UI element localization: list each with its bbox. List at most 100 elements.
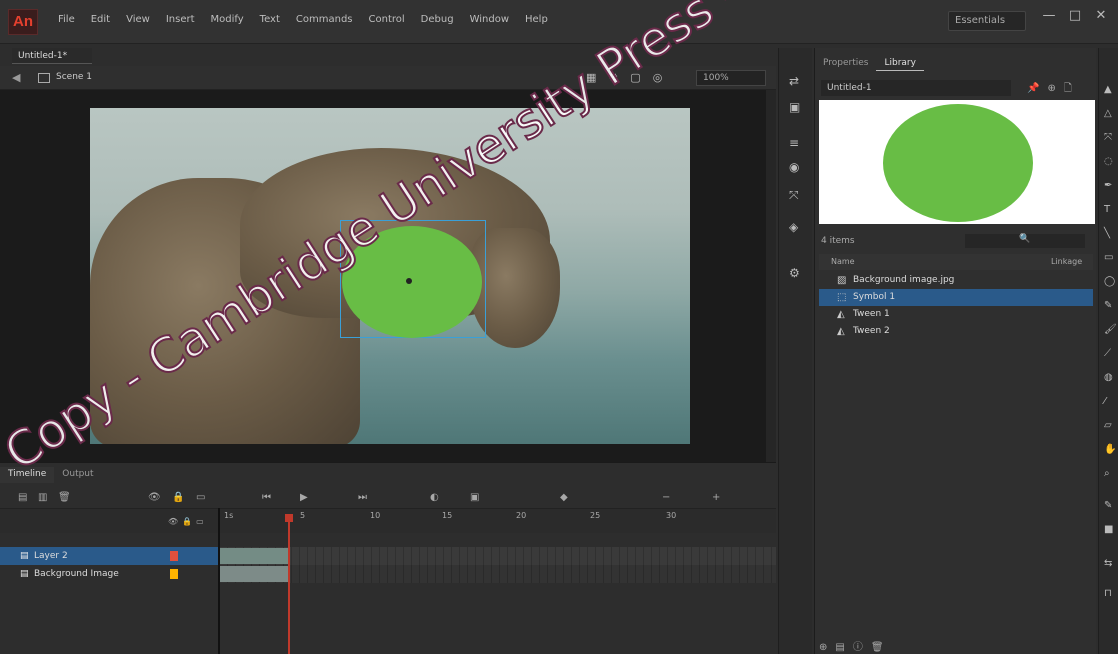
pencil-tool-icon[interactable]: ✎	[1104, 300, 1112, 311]
tab-library[interactable]: Library	[876, 56, 924, 71]
stroke-color-icon[interactable]: ✎	[1104, 500, 1112, 511]
frame-ruler[interactable]: 1s 5 10 15 20 25 30	[220, 509, 776, 533]
first-frame-icon[interactable]: ⏮	[262, 492, 271, 503]
library-item[interactable]: ▨ Background image.jpg	[819, 272, 1093, 289]
snap-to-objects-icon[interactable]: ⊓	[1104, 588, 1112, 599]
last-frame-icon[interactable]: ⏭	[358, 492, 367, 503]
tab-properties[interactable]: Properties	[815, 56, 876, 71]
column-name[interactable]: Name	[831, 257, 855, 266]
pen-tool-icon[interactable]: ✒	[1104, 180, 1112, 191]
tab-timeline[interactable]: Timeline	[0, 467, 55, 483]
delete-layer-icon[interactable]: 🗑	[58, 492, 71, 503]
transform-icon[interactable]: ⤧	[789, 188, 799, 203]
subselection-tool-icon[interactable]: △	[1104, 108, 1112, 119]
zoom-select[interactable]: 100%	[696, 70, 766, 86]
stage-scrollbar[interactable]	[766, 90, 776, 462]
scene-label[interactable]: Scene 1	[56, 72, 92, 82]
swap-colors-icon[interactable]: ⇆	[1104, 558, 1112, 569]
workspace-switcher[interactable]: Essentials	[948, 11, 1026, 31]
layer-frame-divider[interactable]	[218, 508, 220, 654]
edit-symbols-icon[interactable]: ⚙	[608, 71, 618, 84]
text-tool-icon[interactable]: T	[1104, 204, 1110, 215]
paint-bucket-tool-icon[interactable]: ◍	[1104, 372, 1113, 383]
layer-color-swatch[interactable]	[170, 569, 178, 579]
layer-row-layer-2[interactable]: ▤ Layer 2	[0, 547, 218, 565]
brush-tool-icon[interactable]: 🖌	[1104, 324, 1117, 335]
eyedropper-tool-icon[interactable]: ⁄	[1104, 396, 1106, 407]
align-icon[interactable]: ⇄	[789, 74, 799, 88]
library-document-select[interactable]: Untitled-1	[821, 80, 1011, 96]
menu-bar: An File Edit View Insert Modify Text Com…	[0, 0, 1118, 44]
lasso-tool-icon[interactable]: ◌	[1104, 156, 1113, 167]
selection-tool-icon[interactable]: ▲	[1104, 84, 1112, 95]
menu-text[interactable]: Text	[260, 14, 280, 25]
menu-debug[interactable]: Debug	[421, 14, 454, 25]
eraser-tool-icon[interactable]: ▱	[1104, 420, 1112, 431]
tween-span[interactable]	[220, 548, 290, 564]
column-linkage[interactable]: Linkage	[1051, 254, 1082, 270]
menu-help[interactable]: Help	[525, 14, 548, 25]
close-button[interactable]: ✕	[1092, 8, 1110, 23]
tab-output[interactable]: Output	[54, 467, 101, 483]
minimize-button[interactable]: —	[1040, 8, 1058, 23]
edit-scene-icon[interactable]: ▦	[586, 71, 596, 84]
layer-row-background-image[interactable]: ▤ Background Image	[0, 565, 218, 583]
free-transform-tool-icon[interactable]: ⤧	[1104, 132, 1112, 143]
playhead[interactable]	[288, 518, 290, 654]
maximize-button[interactable]: □	[1066, 8, 1084, 23]
zoom-in-icon[interactable]: +	[712, 492, 720, 503]
motion-presets-icon[interactable]: ⚙	[789, 266, 800, 280]
menu-insert[interactable]: Insert	[166, 14, 195, 25]
menu-window[interactable]: Window	[470, 14, 509, 25]
zoom-tool-icon[interactable]: ⌕	[1104, 468, 1110, 479]
swatches-icon[interactable]: ≡	[789, 136, 799, 150]
color-icon[interactable]: ◉	[789, 160, 799, 174]
clip-canvas-icon[interactable]: ▢	[630, 71, 640, 84]
tick-label: 30	[666, 511, 677, 520]
fill-color-icon[interactable]: ■	[1104, 524, 1113, 535]
library-search[interactable]: 🔍	[965, 234, 1085, 248]
library-pin-icons[interactable]: 📌⊕🗋	[1027, 81, 1080, 98]
oval-tool-icon[interactable]: ◯	[1104, 276, 1115, 287]
back-arrow-icon[interactable]: ◀	[12, 71, 20, 84]
new-folder-icon[interactable]: ▥	[38, 492, 47, 503]
layer-name[interactable]: Background Image	[34, 569, 119, 579]
layer-2-frames[interactable]	[220, 547, 776, 565]
library-item[interactable]: ◭ Tween 2	[819, 323, 1093, 340]
menu-file[interactable]: File	[58, 14, 75, 25]
bone-tool-icon[interactable]: ⟋	[1104, 348, 1111, 359]
library-item[interactable]: ◭ Tween 1	[819, 306, 1093, 323]
layer-name[interactable]: Layer 2	[34, 551, 68, 561]
library-item[interactable]: ⬚ Symbol 1	[819, 289, 1093, 306]
library-bottom-icons[interactable]: ⊕▤ⓘ🗑	[819, 638, 892, 653]
document-tab[interactable]: Untitled-1*	[12, 48, 92, 64]
outline-icon[interactable]: ▭	[196, 492, 205, 503]
hand-tool-icon[interactable]: ✋	[1104, 444, 1116, 455]
green-ellipse-symbol[interactable]	[342, 226, 482, 338]
layer-header-icons[interactable]: 👁🔒▭	[168, 517, 208, 526]
info-icon[interactable]: ▣	[789, 100, 800, 114]
lock-icon[interactable]: 🔒	[172, 492, 184, 503]
menu-control[interactable]: Control	[369, 14, 405, 25]
play-icon[interactable]: ▶	[300, 492, 308, 503]
frame-span[interactable]	[220, 566, 290, 582]
stage-canvas[interactable]	[90, 108, 690, 444]
rectangle-tool-icon[interactable]: ▭	[1104, 252, 1113, 263]
center-stage-icon[interactable]: ◎	[653, 71, 663, 84]
edit-multiple-frames-icon[interactable]: ▣	[470, 492, 479, 503]
menu-commands[interactable]: Commands	[296, 14, 353, 25]
line-tool-icon[interactable]: ╲	[1104, 228, 1110, 239]
zoom-out-icon[interactable]: −	[662, 492, 670, 503]
onion-skin-icon[interactable]: ◐	[430, 492, 439, 503]
layer-color-swatch[interactable]	[170, 551, 178, 561]
library-item-name: Tween 1	[853, 309, 890, 319]
menu-edit[interactable]: Edit	[91, 14, 110, 25]
new-layer-icon[interactable]: ▤	[18, 492, 27, 503]
show-hide-icon[interactable]: 👁	[148, 492, 161, 503]
menu-view[interactable]: View	[126, 14, 150, 25]
background-image-frames[interactable]	[220, 565, 776, 583]
menu-modify[interactable]: Modify	[211, 14, 244, 25]
components-icon[interactable]: ◈	[789, 220, 798, 234]
insert-keyframe-icon[interactable]: ◆	[560, 492, 568, 503]
transformation-point[interactable]	[406, 278, 412, 284]
